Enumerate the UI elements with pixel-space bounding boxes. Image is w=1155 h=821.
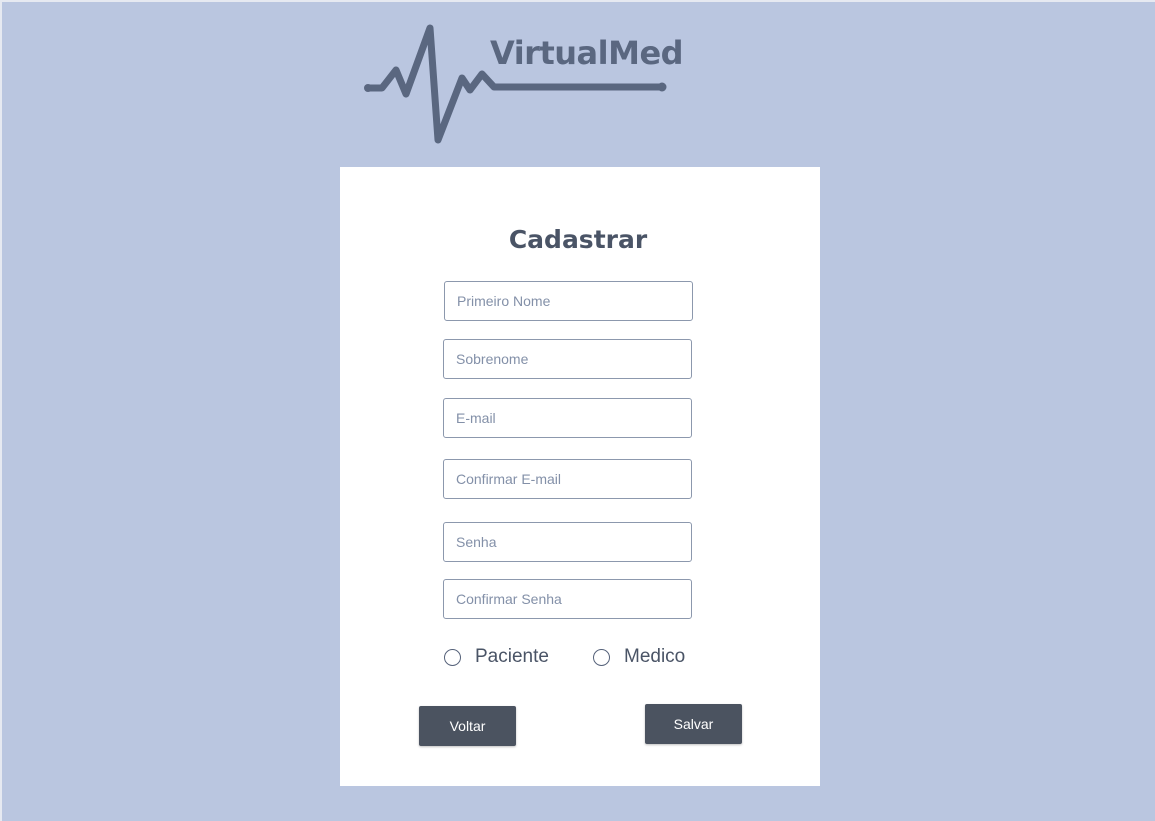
email-input[interactable] [443, 398, 692, 438]
radio-option-paciente[interactable]: Paciente [444, 644, 549, 670]
confirm-password-input[interactable] [443, 579, 692, 619]
first-name-input[interactable] [444, 281, 693, 321]
radio-unchecked-icon[interactable] [444, 648, 461, 666]
last-name-input[interactable] [443, 339, 692, 379]
virtualmed-logo: VirtualMed [360, 20, 684, 150]
form-title: Cadastrar [508, 225, 648, 254]
password-input[interactable] [443, 522, 692, 562]
radio-unchecked-icon[interactable] [593, 648, 610, 666]
signup-card: Cadastrar Paciente Medico Voltar Salvar [340, 167, 820, 786]
radio-label-paciente: Paciente [475, 646, 549, 667]
brand-name: VirtualMed [490, 34, 684, 72]
radio-option-medico[interactable]: Medico [593, 644, 685, 670]
radio-label-medico: Medico [624, 646, 686, 667]
save-button[interactable]: Salvar [645, 704, 742, 744]
back-button[interactable]: Voltar [419, 706, 516, 746]
confirm-email-input[interactable] [443, 459, 692, 499]
